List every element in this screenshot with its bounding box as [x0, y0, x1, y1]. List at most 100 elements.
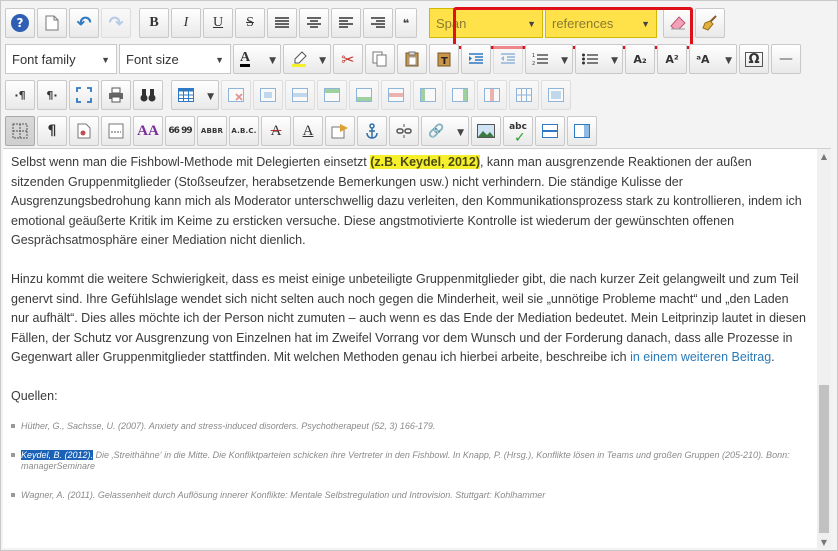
fullscreen-button[interactable] [69, 80, 99, 110]
split-cells-button[interactable] [509, 80, 539, 110]
chevron-down-icon: ▼ [641, 19, 650, 29]
highlighter-icon [292, 51, 307, 67]
highlight-color-button[interactable]: ▼ [283, 44, 331, 74]
superscript-button[interactable]: A² [657, 44, 687, 74]
cleanup-button[interactable] [695, 8, 725, 38]
change-case-button[interactable]: ᵃA ▼ [689, 44, 737, 74]
cut-button[interactable]: ✂ [333, 44, 363, 74]
unlink-button[interactable] [389, 116, 419, 146]
attributes-button[interactable] [325, 116, 355, 146]
blockquote-button[interactable]: ❝ [395, 8, 417, 38]
visual-aid-button[interactable] [5, 116, 35, 146]
split-cells-icon [516, 88, 532, 102]
row-properties-button[interactable] [285, 80, 315, 110]
horizontal-rule-button[interactable]: — [771, 44, 801, 74]
numbered-list-button[interactable]: 12 ▼ [525, 44, 573, 74]
spellcheck-button[interactable]: abc ✓ [503, 116, 533, 146]
strikethrough-icon: S [246, 15, 254, 30]
print-button[interactable] [101, 80, 131, 110]
insertion-button[interactable]: A [293, 116, 323, 146]
page-break-button[interactable] [101, 116, 131, 146]
font-size-select[interactable]: Font size ▼ [119, 44, 231, 74]
reference-1: Hüther, G., Sachsse, U. (2007). Anxiety … [21, 420, 436, 431]
redo-button[interactable]: ↷ [101, 8, 131, 38]
selected-text[interactable]: Keydel, B. (2012). [21, 449, 94, 460]
editor-body[interactable]: Selbst wenn man die Fishbowl-Methode mit… [3, 149, 815, 549]
horizontal-rule-icon: — [779, 51, 793, 67]
delete-row-button[interactable] [381, 80, 411, 110]
article-link[interactable]: in einem weiteren Beitrag [630, 350, 771, 364]
underline-button[interactable]: U [203, 8, 233, 38]
show-blocks-button[interactable]: ¶ [37, 116, 67, 146]
abbreviation-button[interactable]: ABBR [197, 116, 227, 146]
bold-button[interactable]: B [139, 8, 169, 38]
insert-row-after-button[interactable] [349, 80, 379, 110]
svg-text:1: 1 [532, 53, 535, 59]
text-color-button[interactable]: A ▼ [233, 44, 281, 74]
highlighted-citation: (z.B. Keydel, 2012) [370, 155, 480, 169]
copy-button[interactable] [365, 44, 395, 74]
subscript-button[interactable]: A₂ [625, 44, 655, 74]
omega-icon: Ω [745, 51, 763, 67]
toolbar-row-1: ? ↶ ↷ B I U S ❝ Span ▼ references ▼ [5, 7, 727, 49]
sidebar-layout-button[interactable] [567, 116, 597, 146]
paragraph-1-text-start: Selbst wenn man die Fishbowl-Methode mit… [11, 155, 371, 169]
scissors-icon: ✂ [341, 49, 355, 69]
align-right-button[interactable] [363, 8, 393, 38]
scroll-up-icon[interactable]: ▲ [817, 149, 831, 163]
italic-button[interactable]: I [171, 8, 201, 38]
quote-button[interactable]: 66 99 [165, 116, 195, 146]
paste-text-button[interactable]: T [429, 44, 459, 74]
paste-button[interactable] [397, 44, 427, 74]
vertical-scrollbar[interactable]: ▲ ▼ [817, 149, 831, 549]
deletion-button[interactable]: A [261, 116, 291, 146]
insert-row-before-button[interactable] [317, 80, 347, 110]
outdent-button[interactable] [493, 44, 523, 74]
blockquote-icon: ❝ [402, 16, 410, 30]
delete-table-button[interactable] [221, 80, 251, 110]
bullet-list-button[interactable]: ▼ [575, 44, 623, 74]
insert-row-after-icon [356, 88, 372, 102]
find-button[interactable] [133, 80, 163, 110]
strikethrough-button[interactable]: S [235, 8, 265, 38]
help-icon: ? [11, 14, 29, 32]
align-center-icon [307, 17, 321, 28]
delete-column-button[interactable] [477, 80, 507, 110]
help-button[interactable]: ? [5, 8, 35, 38]
styles-button[interactable]: AA [133, 116, 163, 146]
quote-icon: 66 99 [168, 126, 192, 136]
indent-button[interactable] [461, 44, 491, 74]
link-icon: 🔗 [428, 123, 445, 139]
remove-format-button[interactable] [663, 8, 693, 38]
editor-content-area[interactable]: Selbst wenn man die Fishbowl-Methode mit… [3, 148, 831, 549]
reference-3: Wagner, A. (2011). Gelassenheit durch Au… [21, 489, 546, 500]
insert-link-button[interactable]: 🔗 ▼ [421, 116, 469, 146]
insert-image-button[interactable] [471, 116, 501, 146]
scrollbar-thumb[interactable] [819, 385, 829, 533]
insert-column-after-button[interactable] [445, 80, 475, 110]
bold-icon: B [149, 15, 159, 30]
scroll-down-icon[interactable]: ▼ [817, 535, 831, 549]
insert-column-before-button[interactable] [413, 80, 443, 110]
rtl-button[interactable]: ¶· [37, 80, 67, 110]
align-center-button[interactable] [299, 8, 329, 38]
font-family-select[interactable]: Font family ▼ [5, 44, 117, 74]
horizontal-layout-button[interactable] [535, 116, 565, 146]
span-format-select[interactable]: Span ▼ [429, 8, 543, 38]
insert-template-button[interactable] [69, 116, 99, 146]
special-character-button[interactable]: Ω [739, 44, 769, 74]
cell-properties-button[interactable] [253, 80, 283, 110]
ltr-button[interactable]: ·¶ [5, 80, 35, 110]
align-left-button[interactable] [331, 8, 361, 38]
acronym-button[interactable]: A.B.C. [229, 116, 259, 146]
list-item: Keydel, B. (2012). Die ‚Streithähne‘ in … [11, 449, 807, 472]
bullet-icon [11, 452, 15, 457]
anchor-button[interactable] [357, 116, 387, 146]
justify-button[interactable] [267, 8, 297, 38]
delete-column-icon [484, 88, 500, 102]
merge-cells-button[interactable] [541, 80, 571, 110]
undo-button[interactable]: ↶ [69, 8, 99, 38]
references-style-select[interactable]: references ▼ [545, 8, 657, 38]
new-document-button[interactable] [37, 8, 67, 38]
insert-table-button[interactable]: ▼ [171, 80, 219, 110]
